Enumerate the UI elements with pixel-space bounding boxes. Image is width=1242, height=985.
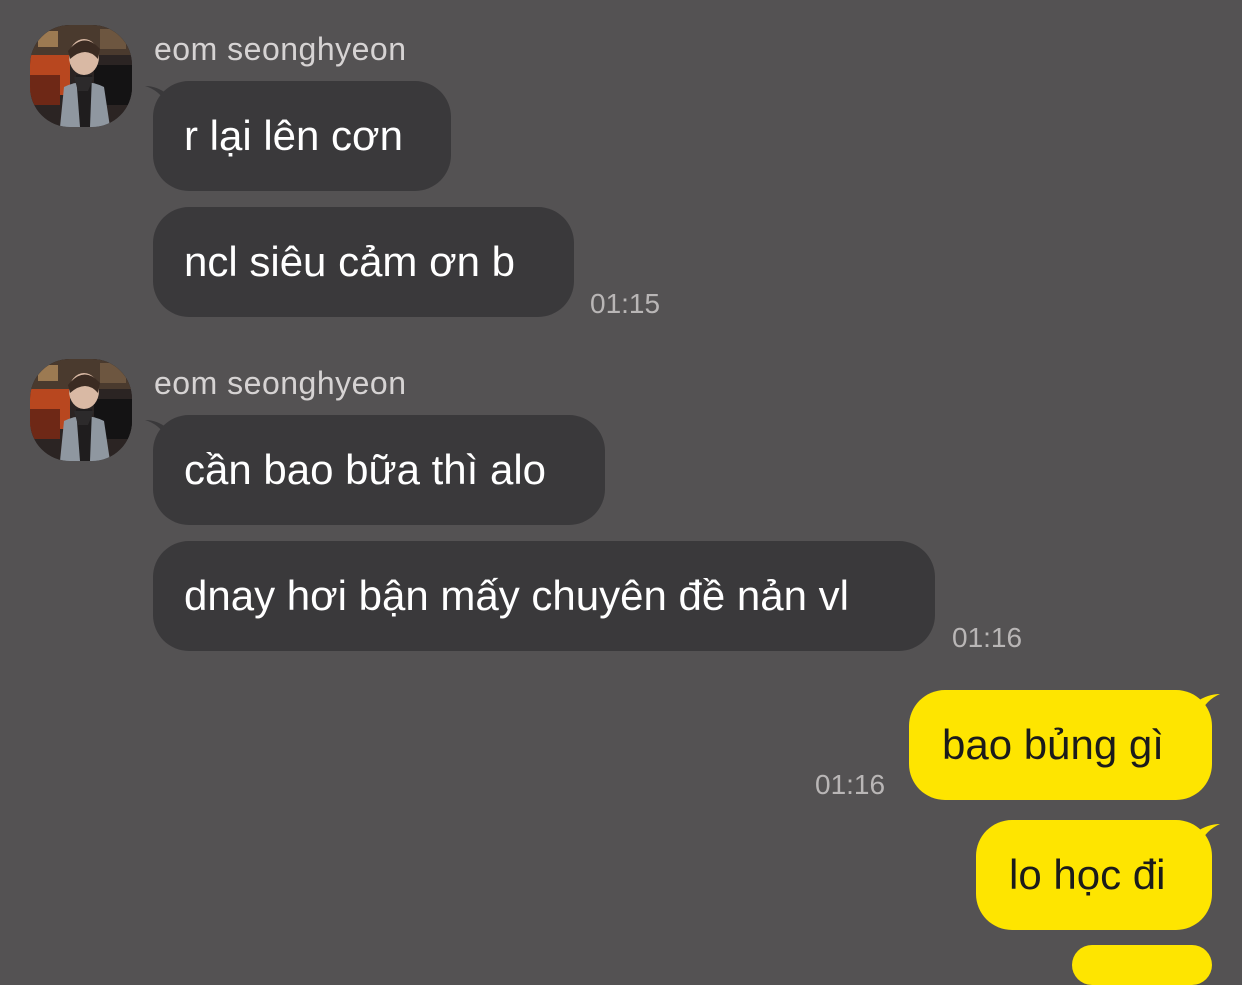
message-bubble-outgoing[interactable]: lo học đi xyxy=(976,820,1212,930)
message-bubble-incoming[interactable]: cần bao bữa thì alo xyxy=(153,415,605,525)
message-bubble-outgoing-partial[interactable] xyxy=(1072,945,1212,985)
sender-name: eom seonghyeon xyxy=(154,31,407,67)
outgoing-bubble-tail xyxy=(1196,824,1220,844)
message-bubble-outgoing[interactable]: bao bủng gì xyxy=(909,690,1212,800)
message-timestamp: 01:15 xyxy=(590,288,661,319)
message-timestamp: 01:16 xyxy=(815,769,886,800)
outgoing-bubble-tail xyxy=(1196,694,1220,714)
message-bubble-incoming[interactable]: dnay hơi bận mấy chuyên đề nản vl xyxy=(153,541,935,651)
message-timestamp: 01:16 xyxy=(952,622,1023,653)
message-bubble-incoming[interactable]: ncl siêu cảm ơn b xyxy=(153,207,574,317)
profile-photo-avatar-icon xyxy=(30,359,132,461)
sender-avatar[interactable] xyxy=(30,359,132,461)
profile-photo-avatar-icon xyxy=(30,25,132,127)
sender-avatar[interactable] xyxy=(30,25,132,127)
sender-name: eom seonghyeon xyxy=(154,365,407,401)
message-bubble-incoming[interactable]: r lại lên cơn xyxy=(153,81,451,191)
